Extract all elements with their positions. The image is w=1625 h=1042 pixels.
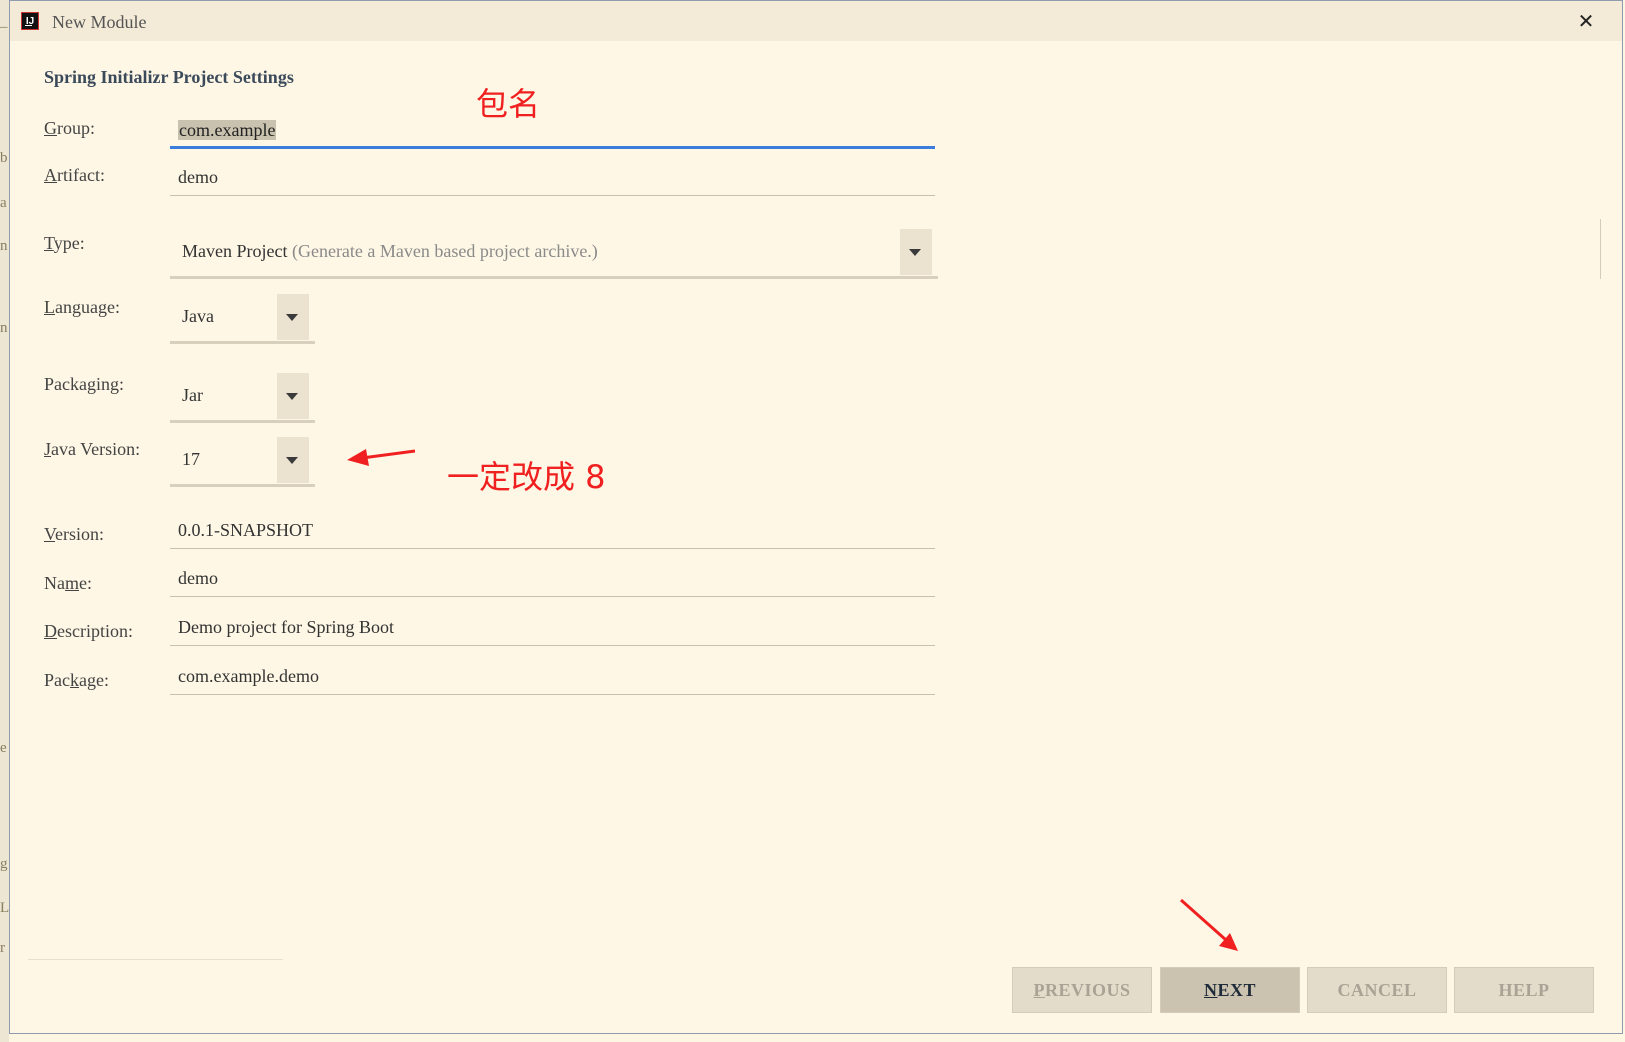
arrow-to-java-version	[347, 449, 416, 466]
arrow-to-next-button	[1180, 898, 1238, 951]
annotation-arrows	[347, 449, 1238, 951]
